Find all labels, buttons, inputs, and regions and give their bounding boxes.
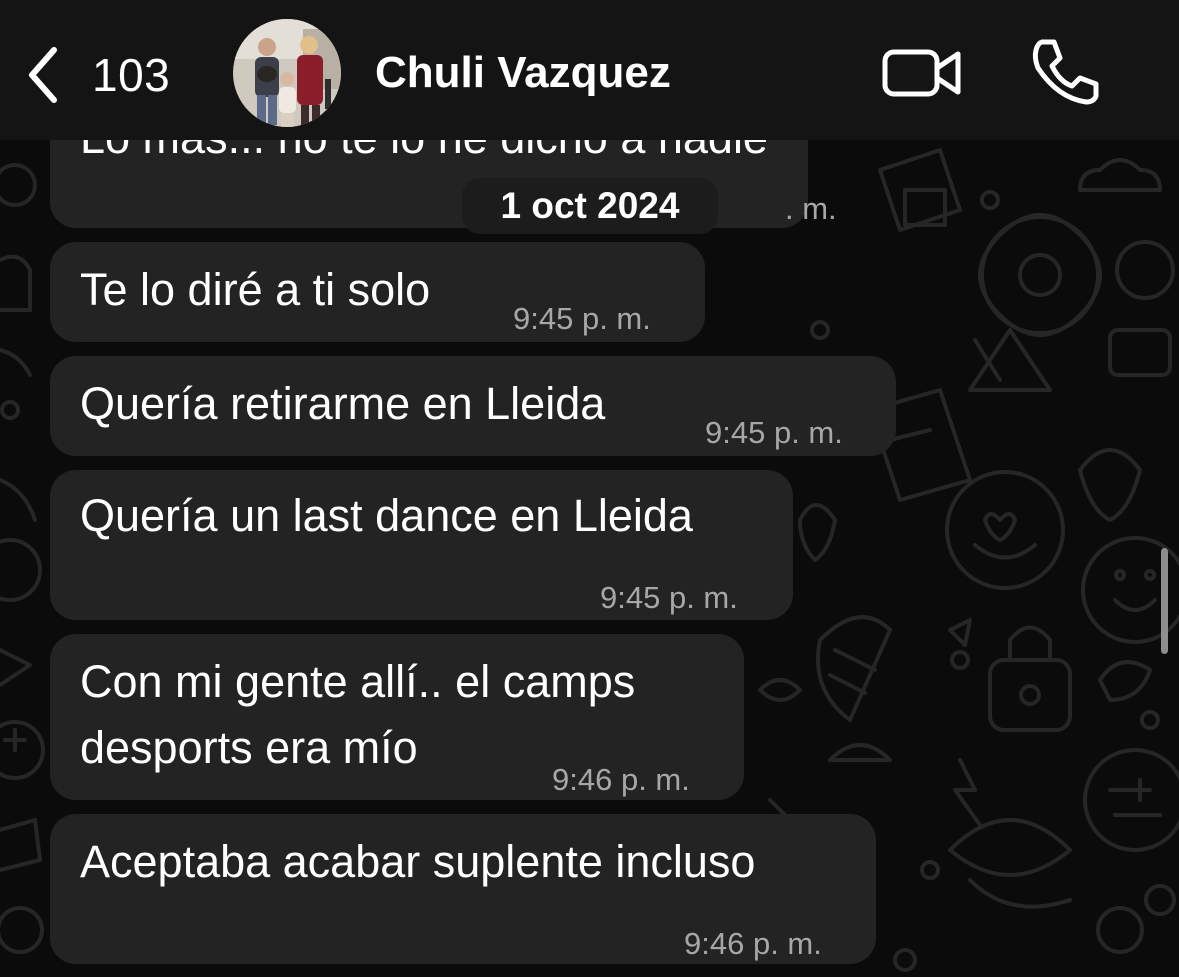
scrollbar[interactable] [1161, 548, 1168, 654]
message-bubble[interactable]: Aceptaba acabar suplente incluso 9:46 p.… [50, 814, 876, 964]
chat-header: 103 Chuli Vazquez [0, 0, 1179, 140]
back-button[interactable]: 103 [20, 40, 200, 110]
message-text: Quería retirarme en Lleida [80, 378, 606, 429]
date-separator: 1 oct 2024 [462, 178, 718, 234]
contact-name[interactable]: Chuli Vazquez [375, 48, 671, 98]
message-time: 9:45 p. m. [600, 580, 738, 615]
message-bubble[interactable]: Con mi gente allí.. el camps desports er… [50, 634, 744, 800]
video-camera-icon[interactable] [880, 40, 964, 104]
unread-count: 103 [92, 49, 171, 101]
message-text: Te lo diré a ti solo [80, 264, 431, 315]
chevron-left-icon [29, 47, 57, 103]
message-time: . m. [785, 191, 837, 226]
message-bubble[interactable]: Te lo diré a ti solo 9:45 p. m. [50, 242, 705, 342]
message-time: 9:46 p. m. [684, 926, 822, 961]
message-time: 9:45 p. m. [513, 301, 651, 336]
message-bubble[interactable]: Quería un last dance en Lleida 9:45 p. m… [50, 470, 793, 620]
message-text-line-2: desports era mío [80, 722, 418, 773]
message-text-line-1: Con mi gente allí.. el camps [80, 656, 636, 707]
message-time: 9:46 p. m. [552, 762, 690, 797]
message-text: Aceptaba acabar suplente incluso [80, 836, 756, 887]
chat-screen: 103 Chuli Vazquez . m. 1 oct 2024 Te lo … [0, 0, 1179, 977]
avatar[interactable] [233, 19, 341, 127]
contact-photo [233, 19, 341, 127]
message-text: Quería un last dance en Lleida [80, 490, 693, 541]
phone-icon[interactable] [1028, 36, 1102, 108]
message-bubble[interactable]: Quería retirarme en Lleida 9:45 p. m. [50, 356, 896, 456]
message-time: 9:45 p. m. [705, 415, 843, 450]
